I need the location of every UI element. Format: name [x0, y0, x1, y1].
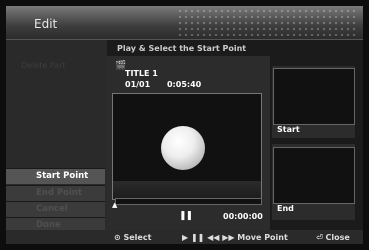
start-thumbnail [273, 68, 355, 125]
close-hint: ⏎ Close [316, 233, 350, 242]
title-bar: Edit [6, 6, 363, 40]
select-hint: ⊙ Select [114, 233, 152, 242]
delete-part-label: Delete Part [21, 61, 66, 70]
start-label: Start [277, 125, 300, 134]
video-ground [113, 181, 261, 199]
end-thumbnail-box[interactable]: End [272, 144, 355, 220]
video-preview [112, 93, 262, 200]
footer-hints: ⊙ Select ▶ ❚❚ ◀◀ ▶▶ Move Point ⏎ Close [6, 230, 363, 244]
move-point-hint: ▶ ❚❚ ◀◀ ▶▶ Move Point [182, 233, 288, 242]
start-thumbnail-box[interactable]: Start [272, 66, 355, 138]
cancel-menu-item[interactable]: Cancel [6, 201, 105, 217]
edit-screen: Edit Delete Part Start Point End Point C… [6, 6, 363, 244]
position-marker-icon: ▲ [112, 201, 118, 209]
start-point-menu-item[interactable]: Start Point [6, 168, 105, 184]
progress-bar[interactable] [115, 198, 262, 205]
playback-time: 00:00:00 [223, 212, 263, 221]
left-menu: Delete Part Start Point End Point Cancel… [6, 40, 107, 233]
pause-icon: ❚❚ [179, 211, 193, 221]
chapter-number: 01/01 [125, 80, 151, 89]
decorative-dot-pattern [177, 8, 357, 36]
clip-duration: 0:05:40 [166, 80, 202, 89]
end-label: End [277, 204, 294, 213]
instruction-header: Play & Select the Start Point [117, 44, 247, 53]
end-point-menu-item[interactable]: End Point [6, 185, 105, 201]
screen-title: Edit [34, 17, 58, 31]
playback-panel: 🎬 TITLE 1 01/01 0:05:40 ▲ ❚❚ 00:00:00 [107, 56, 270, 230]
clip-info: 01/01 0:05:40 [125, 80, 201, 89]
clip-title: TITLE 1 [125, 69, 158, 78]
video-sphere [161, 126, 205, 170]
end-thumbnail [273, 147, 355, 204]
